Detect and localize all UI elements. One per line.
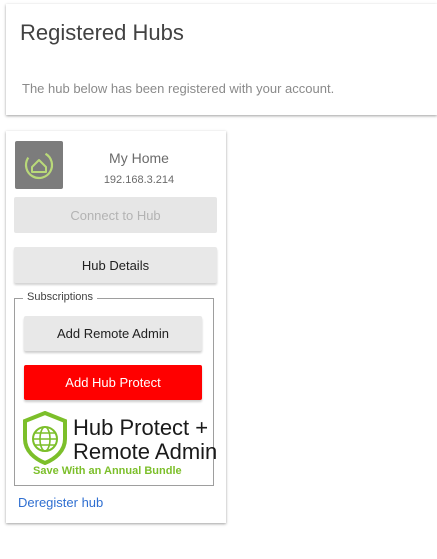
- globe-shield-icon: [23, 411, 67, 465]
- home-hub-icon: [24, 150, 54, 180]
- page-title: Registered Hubs: [20, 20, 184, 45]
- hub-details-button[interactable]: Hub Details: [14, 247, 217, 283]
- promo-tagline: Save With an Annual Bundle: [33, 465, 182, 477]
- promo-title-line1: Hub Protect +: [73, 415, 209, 440]
- promo-title-line2: Remote Admin: [73, 439, 218, 464]
- subscriptions-legend: Subscriptions: [23, 291, 98, 303]
- add-remote-admin-button[interactable]: Add Remote Admin: [24, 316, 202, 351]
- add-hub-protect-button[interactable]: Add Hub Protect: [24, 365, 202, 400]
- hub-name: My Home: [109, 150, 169, 166]
- hub-card: My Home 192.168.3.214 Connect to Hub Hub…: [6, 131, 226, 523]
- connect-to-hub-button[interactable]: Connect to Hub: [14, 197, 217, 233]
- page-subtitle: The hub below has been registered with y…: [22, 81, 335, 96]
- header-card: Registered Hubs The hub below has been r…: [6, 4, 437, 115]
- hub-ip-address: 192.168.3.214: [103, 174, 175, 186]
- bundle-promo-banner[interactable]: Hub Protect + Remote Admin Save With an …: [21, 411, 217, 483]
- subscriptions-group: Subscriptions Add Remote Admin Add Hub P…: [14, 291, 217, 486]
- deregister-hub-link[interactable]: Deregister hub: [18, 495, 103, 510]
- hub-avatar: [15, 141, 63, 189]
